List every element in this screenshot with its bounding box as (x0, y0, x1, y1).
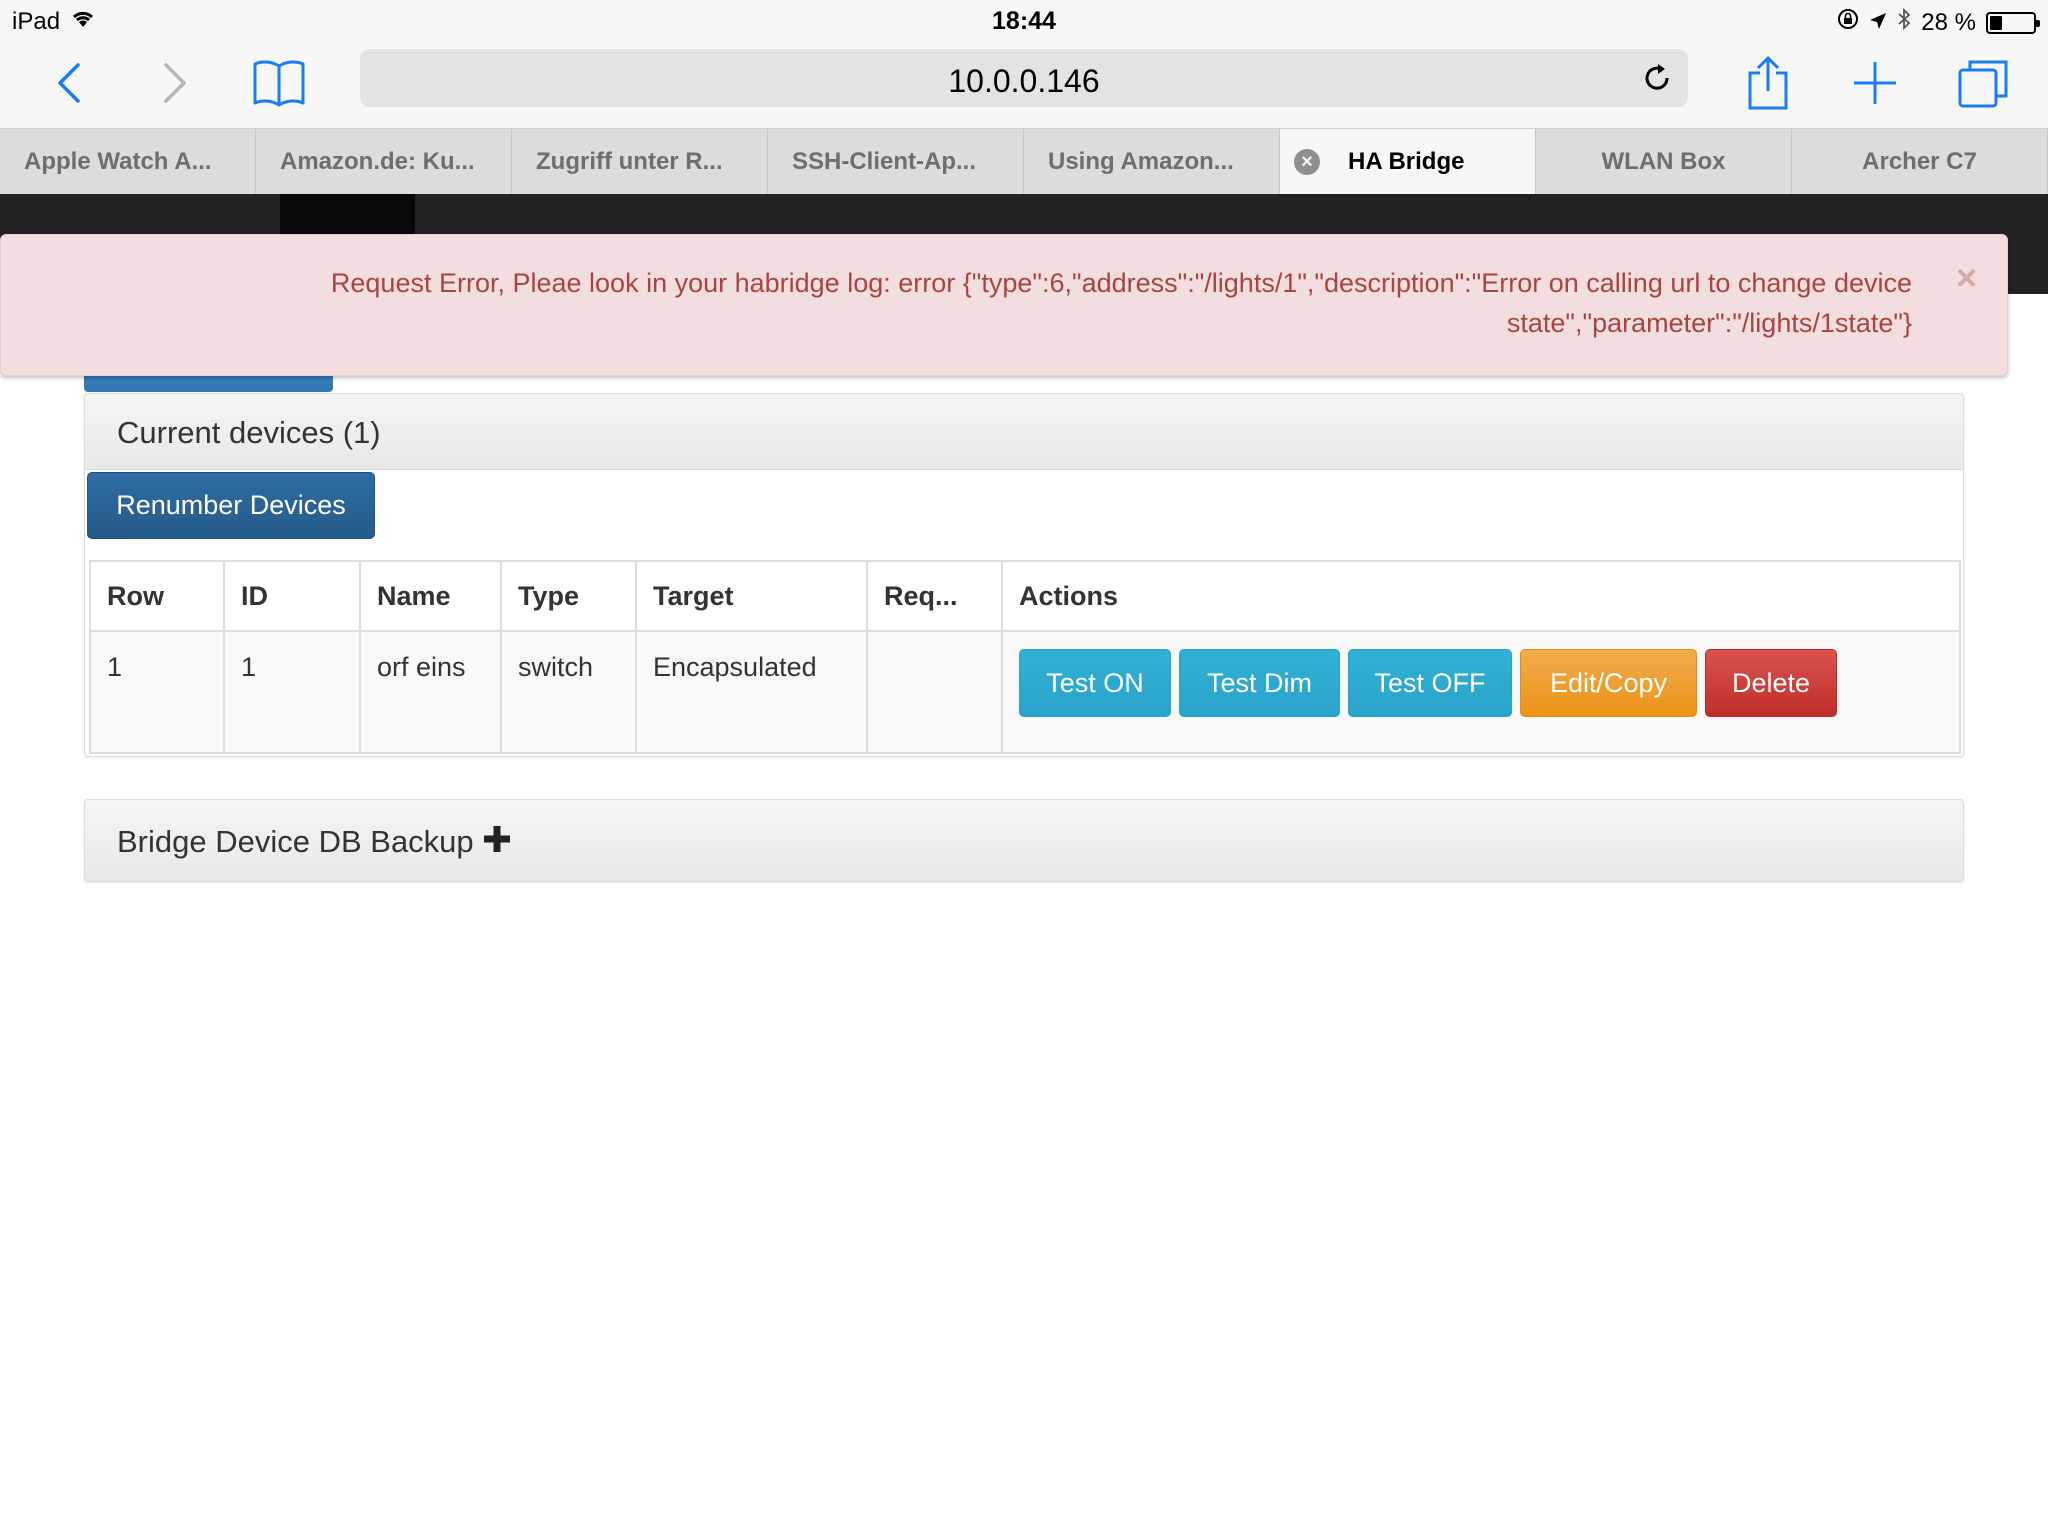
cell-actions: Test ON Test Dim Test OFF Edit/Copy Dele… (1001, 630, 1961, 754)
tab-label: Using Amazon... (1048, 148, 1234, 175)
tab-label: WLAN Box (1601, 148, 1726, 175)
error-alert: Request Error, Pleae look in your habrid… (0, 234, 2008, 376)
rotation-lock-icon (1837, 8, 1859, 37)
tab-label: Zugriff unter R... (536, 148, 723, 175)
tab-wlan-box[interactable]: WLAN Box (1536, 129, 1792, 195)
column-header-row[interactable]: Row (89, 560, 225, 632)
cell-name: orf eins (359, 630, 502, 754)
back-icon[interactable] (36, 50, 102, 116)
test-off-button[interactable]: Test OFF (1348, 649, 1512, 717)
battery-icon (1986, 11, 2040, 34)
new-tab-icon[interactable] (1842, 50, 1908, 116)
tab-label: Apple Watch A... (24, 148, 212, 175)
tab-label: HA Bridge (1348, 148, 1465, 175)
tabs-icon[interactable] (1950, 50, 2016, 116)
forward-icon[interactable] (142, 50, 208, 116)
test-on-button[interactable]: Test ON (1019, 649, 1171, 717)
tab-label: Amazon.de: Ku... (280, 148, 475, 175)
battery-percent: 28 % (1921, 8, 1976, 36)
cell-id: 1 (223, 630, 361, 754)
tab-ha-bridge[interactable]: × HA Bridge (1280, 129, 1536, 195)
table-row: 1 1 orf eins switch Encapsulated Test ON… (89, 630, 1961, 754)
close-icon[interactable]: × (1956, 257, 1977, 299)
renumber-devices-button[interactable]: Renumber Devices (87, 472, 375, 539)
tab-strip: Apple Watch A... Amazon.de: Ku... Zugrif… (0, 128, 2048, 195)
tab-archer-c7[interactable]: Archer C7 (1792, 129, 2048, 195)
column-header-type[interactable]: Type (500, 560, 637, 632)
address-bar[interactable]: 10.0.0.146 (360, 49, 1688, 107)
column-header-target[interactable]: Target (635, 560, 868, 632)
edit-copy-button[interactable]: Edit/Copy (1520, 649, 1697, 717)
backup-panel-title[interactable]: Bridge Device DB Backup (117, 824, 512, 860)
location-icon (1869, 9, 1887, 37)
cell-target: Encapsulated (635, 630, 868, 754)
backup-title-text: Bridge Device DB Backup (117, 824, 474, 859)
column-header-name[interactable]: Name (359, 560, 502, 632)
tab-apple-watch[interactable]: Apple Watch A... (0, 129, 256, 195)
table-header-row: Row ID Name Type Target Req... Actions (89, 560, 1961, 632)
panel-heading: Current devices (1) (85, 394, 1963, 470)
cell-req (866, 630, 1003, 754)
backup-panel[interactable]: Bridge Device DB Backup (84, 799, 1964, 882)
tab-label: Archer C7 (1862, 148, 1977, 175)
tab-zugriff[interactable]: Zugriff unter R... (512, 129, 768, 195)
column-header-req[interactable]: Req... (866, 560, 1003, 632)
close-tab-icon[interactable]: × (1294, 149, 1320, 175)
tab-using-amazon[interactable]: Using Amazon... (1024, 129, 1280, 195)
delete-button[interactable]: Delete (1705, 649, 1837, 717)
test-dim-button[interactable]: Test Dim (1179, 649, 1340, 717)
bluetooth-icon (1897, 7, 1911, 37)
browser-toolbar: 10.0.0.146 (0, 42, 2048, 128)
clock: 18:44 (992, 7, 1056, 35)
panel-title: Current devices (1) (117, 415, 381, 450)
column-header-id[interactable]: ID (223, 560, 361, 632)
tab-label: SSH-Client-Ap... (792, 148, 976, 175)
column-header-actions: Actions (1001, 560, 1961, 632)
bookmarks-icon[interactable] (246, 50, 312, 116)
plus-icon[interactable] (482, 824, 512, 860)
tab-ssh-client[interactable]: SSH-Client-Ap... (768, 129, 1024, 195)
reload-icon[interactable] (1640, 61, 1674, 95)
tab-amazon[interactable]: Amazon.de: Ku... (256, 129, 512, 195)
alert-message: Request Error, Pleae look in your habrid… (330, 268, 1912, 338)
cell-row: 1 (89, 630, 225, 754)
action-buttons: Test ON Test Dim Test OFF Edit/Copy Dele… (1019, 649, 1943, 717)
devices-table: Row ID Name Type Target Req... Actions 1… (89, 560, 1961, 754)
cell-type: switch (500, 630, 637, 754)
devices-panel: Current devices (1) Renumber Devices Row… (84, 393, 1964, 757)
url-text[interactable]: 10.0.0.146 (360, 63, 1688, 100)
share-icon[interactable] (1735, 50, 1801, 116)
status-bar: iPad 18:44 28 % (0, 0, 2048, 42)
